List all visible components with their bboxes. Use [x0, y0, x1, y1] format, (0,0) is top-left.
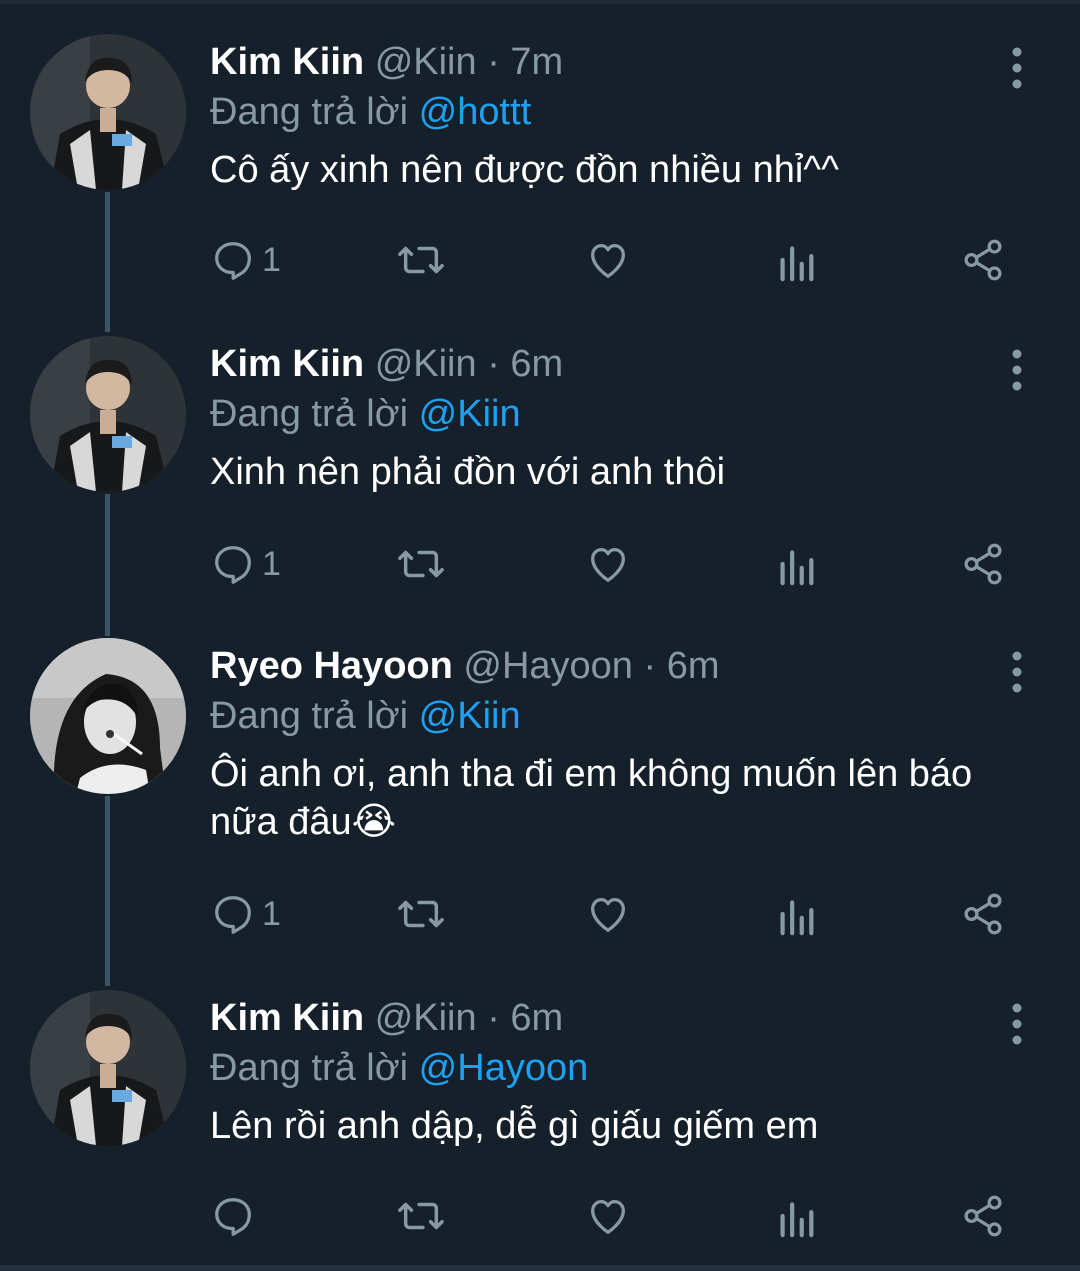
- analytics-icon: [780, 900, 814, 936]
- more-vertical-icon[interactable]: [1002, 44, 1032, 92]
- tweet-text: Ôi anh ơi, anh tha đi em không muốn lên …: [210, 753, 973, 843]
- heart-icon: [591, 1199, 625, 1234]
- retweet-button[interactable]: [396, 1186, 446, 1246]
- avatar[interactable]: [30, 34, 186, 190]
- reply-count: 1: [262, 544, 281, 583]
- analytics-button[interactable]: [776, 884, 816, 944]
- tweet[interactable]: Ryeo Hayoon @Hayoon · 6m Đang trả lời @K…: [0, 638, 1080, 958]
- reply-button[interactable]: [210, 1186, 262, 1246]
- share-button[interactable]: [960, 534, 1006, 594]
- display-name[interactable]: Ryeo Hayoon: [210, 645, 453, 687]
- analytics-button[interactable]: [776, 534, 816, 594]
- display-name[interactable]: Kim Kiin: [210, 41, 364, 83]
- action-bar: 1: [210, 884, 1030, 944]
- avatar[interactable]: [30, 336, 186, 492]
- retweet-button[interactable]: [396, 884, 446, 944]
- analytics-icon: [780, 246, 814, 282]
- reply-button[interactable]: 1: [210, 884, 281, 944]
- tweet-header: Kim Kiin @Kiin · 6m: [210, 342, 563, 386]
- share-icon: [964, 893, 1002, 935]
- heart-icon: [591, 243, 625, 278]
- handle[interactable]: @Kiin: [375, 997, 477, 1039]
- retweet-button[interactable]: [396, 534, 446, 594]
- avatar[interactable]: [30, 638, 186, 794]
- action-bar: 1: [210, 230, 1030, 290]
- reply-prefix: Đang trả lời: [210, 1047, 409, 1089]
- heart-icon: [591, 897, 625, 932]
- like-button[interactable]: [584, 884, 632, 944]
- like-button[interactable]: [584, 534, 632, 594]
- tweet-header: Kim Kiin @Kiin · 7m: [210, 40, 563, 84]
- replying-to: Đang trả lời @Hayoon: [210, 1046, 588, 1090]
- reply-count: 1: [262, 894, 281, 933]
- timestamp[interactable]: · 6m: [644, 645, 720, 687]
- reply-mention[interactable]: @Hayoon: [419, 1047, 589, 1089]
- timestamp[interactable]: · 6m: [487, 343, 563, 385]
- display-name[interactable]: Kim Kiin: [210, 343, 364, 385]
- handle[interactable]: @Kiin: [375, 343, 477, 385]
- reply-prefix: Đang trả lời: [210, 695, 409, 737]
- tweet-text: Cô ấy xinh nên được đồn nhiều nhỉ^^: [210, 149, 839, 191]
- timestamp[interactable]: · 7m: [487, 41, 563, 83]
- timestamp[interactable]: · 6m: [487, 997, 563, 1039]
- handle[interactable]: @Kiin: [375, 41, 477, 83]
- share-button[interactable]: [960, 230, 1006, 290]
- more-vertical-icon[interactable]: [1002, 346, 1032, 394]
- avatar[interactable]: [30, 990, 186, 1146]
- retweet-icon: [398, 1202, 444, 1230]
- reply-icon: [215, 1198, 251, 1236]
- heart-icon: [591, 547, 625, 582]
- analytics-icon: [780, 1202, 814, 1238]
- bottom-divider: [0, 1265, 1080, 1271]
- retweet-icon: [398, 246, 444, 274]
- more-vertical-icon[interactable]: [1002, 648, 1032, 696]
- action-bar: [210, 1186, 1030, 1246]
- reply-icon: [215, 546, 251, 584]
- tweet[interactable]: Kim Kiin @Kiin · 6m Đang trả lời @Kiin X…: [0, 336, 1080, 596]
- reply-mention[interactable]: @Kiin: [419, 393, 521, 435]
- tweet-header: Ryeo Hayoon @Hayoon · 6m: [210, 644, 720, 688]
- retweet-icon: [398, 900, 444, 928]
- like-button[interactable]: [584, 1186, 632, 1246]
- retweet-icon: [398, 550, 444, 578]
- replying-to: Đang trả lời @hottt: [210, 90, 531, 134]
- reply-mention[interactable]: @hottt: [419, 91, 532, 133]
- tweet-header: Kim Kiin @Kiin · 6m: [210, 996, 563, 1040]
- replying-to: Đang trả lời @Kiin: [210, 392, 521, 436]
- top-divider: [0, 0, 1080, 4]
- reply-button[interactable]: 1: [210, 230, 281, 290]
- tweet[interactable]: Kim Kiin @Kiin · 7m Đang trả lời @hottt …: [0, 34, 1080, 294]
- action-bar: 1: [210, 534, 1030, 594]
- display-name[interactable]: Kim Kiin: [210, 997, 364, 1039]
- share-button[interactable]: [960, 884, 1006, 944]
- reply-button[interactable]: 1: [210, 534, 281, 594]
- reply-prefix: Đang trả lời: [210, 393, 409, 435]
- analytics-button[interactable]: [776, 1186, 816, 1246]
- tweet[interactable]: Kim Kiin @Kiin · 6m Đang trả lời @Hayoon…: [0, 990, 1080, 1250]
- like-button[interactable]: [584, 230, 632, 290]
- share-icon: [964, 1195, 1002, 1237]
- reply-icon: [215, 896, 251, 934]
- share-button[interactable]: [960, 1186, 1006, 1246]
- retweet-button[interactable]: [396, 230, 446, 290]
- share-icon: [964, 239, 1002, 281]
- replying-to: Đang trả lời @Kiin: [210, 694, 521, 738]
- analytics-icon: [780, 550, 814, 586]
- reply-icon: [215, 242, 251, 280]
- tweet-text: Lên rồi anh dập, dễ gì giấu giếm em: [210, 1105, 819, 1147]
- reply-mention[interactable]: @Kiin: [419, 695, 521, 737]
- reply-prefix: Đang trả lời: [210, 91, 409, 133]
- reply-count: 1: [262, 240, 281, 279]
- more-vertical-icon[interactable]: [1002, 1000, 1032, 1048]
- handle[interactable]: @Hayoon: [463, 645, 633, 687]
- tweet-text: Xinh nên phải đồn với anh thôi: [210, 451, 726, 493]
- share-icon: [964, 543, 1002, 585]
- analytics-button[interactable]: [776, 230, 816, 290]
